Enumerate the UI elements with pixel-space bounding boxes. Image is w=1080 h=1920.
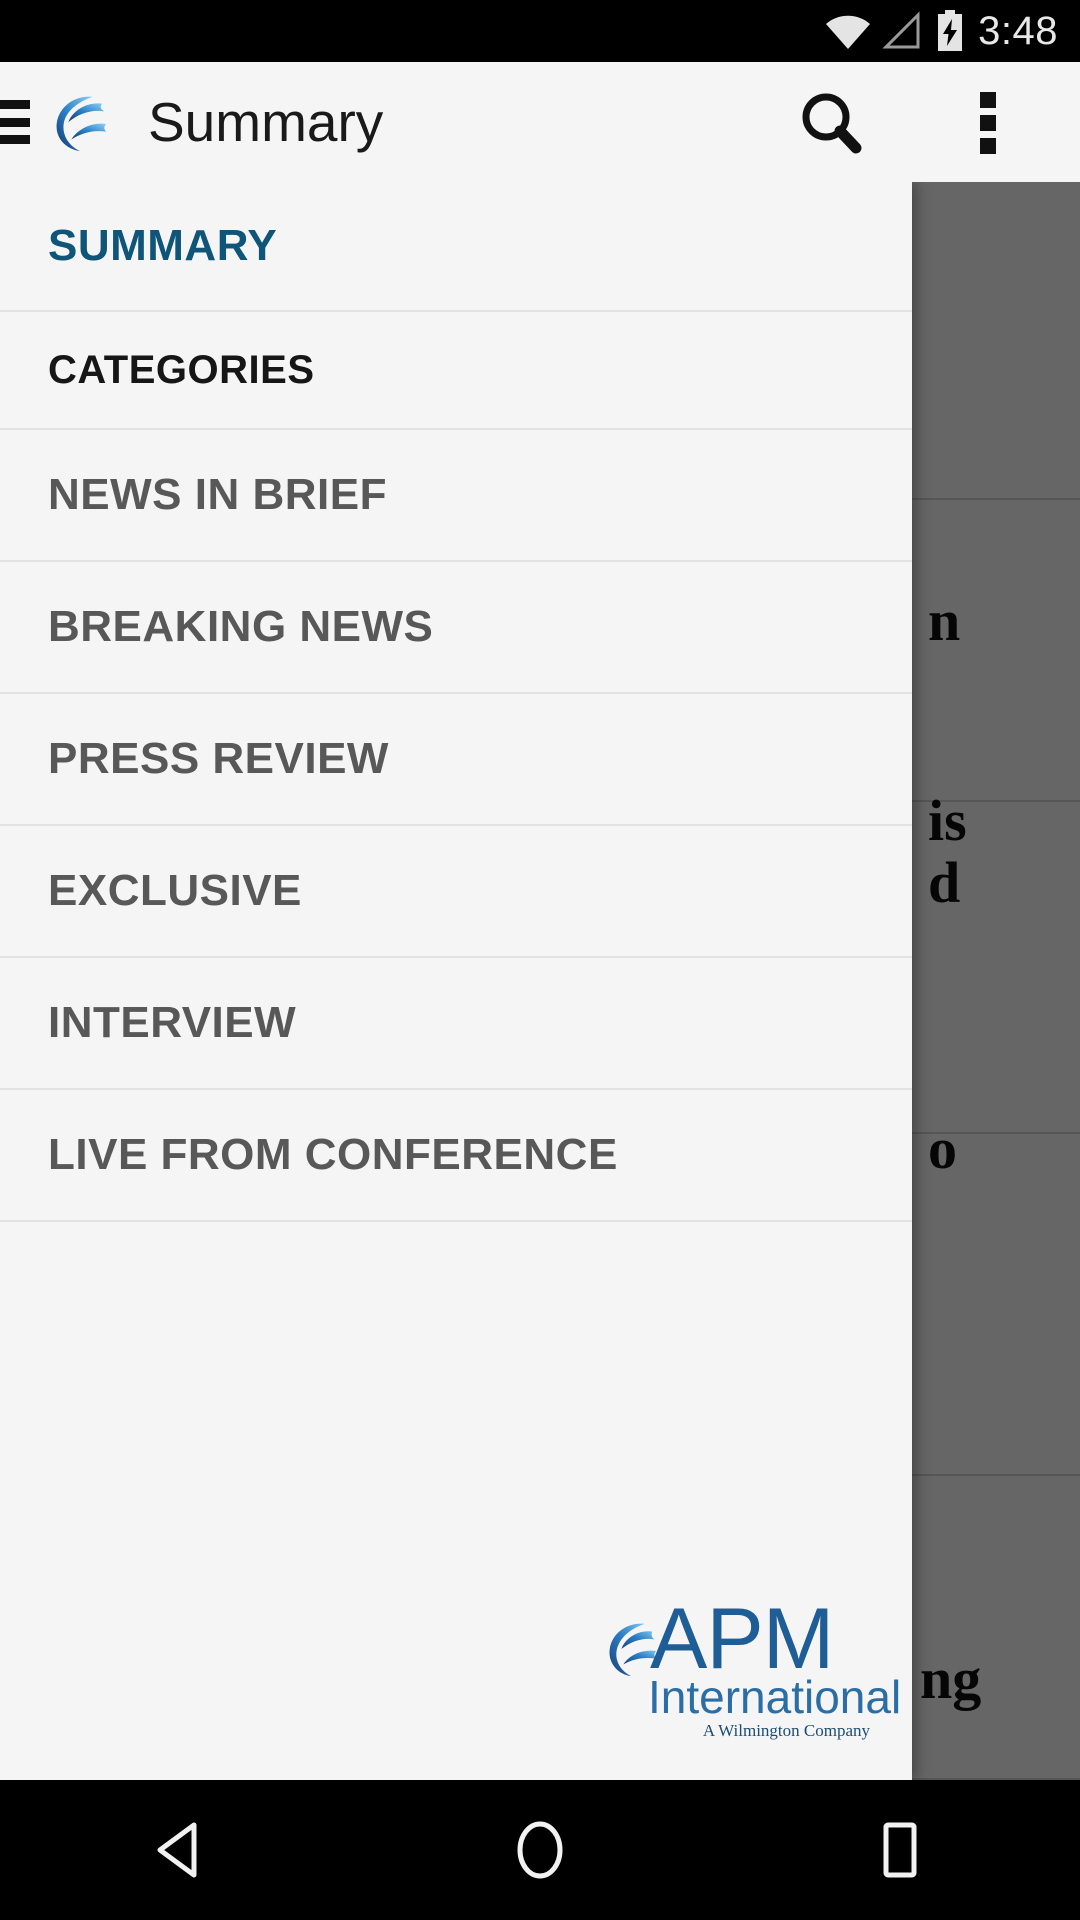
drawer-item-exclusive[interactable]: EXCLUSIVE bbox=[0, 826, 912, 958]
logo-apm-text: APM bbox=[650, 1591, 834, 1687]
drawer-item-label: PRESS REVIEW bbox=[48, 734, 389, 783]
home-circle-icon bbox=[517, 1821, 563, 1879]
navigation-drawer: SUMMARY CATEGORIES NEWS IN BRIEF BREAKIN… bbox=[0, 182, 912, 1780]
page-title: Summary bbox=[148, 91, 384, 153]
overflow-dot bbox=[980, 115, 996, 131]
drawer-item-summary-label: SUMMARY bbox=[48, 221, 278, 270]
article-headline-fragment: d bbox=[928, 850, 961, 915]
hamburger-bar bbox=[0, 100, 30, 109]
logo-international-text: International bbox=[648, 1671, 902, 1723]
drawer-item-label: BREAKING NEWS bbox=[48, 602, 434, 651]
overflow-dot bbox=[980, 92, 996, 108]
drawer-item-news-in-brief[interactable]: NEWS IN BRIEF bbox=[0, 430, 912, 562]
drawer-footer: APM International A Wilmington Company bbox=[0, 1436, 912, 1780]
hamburger-bar bbox=[0, 117, 30, 127]
apm-international-logo: APM International A Wilmington Company bbox=[602, 1591, 901, 1740]
drawer-header-categories-label: CATEGORIES bbox=[48, 348, 315, 392]
android-navigation-bar bbox=[0, 1780, 1080, 1920]
drawer-item-label: LIVE FROM CONFERENCE bbox=[48, 1130, 618, 1179]
back-button[interactable] bbox=[90, 1780, 270, 1920]
recents-button[interactable] bbox=[810, 1780, 990, 1920]
drawer-item-summary[interactable]: SUMMARY bbox=[0, 182, 912, 312]
back-triangle-icon bbox=[157, 1822, 197, 1878]
overflow-menu-icon[interactable] bbox=[968, 92, 1008, 154]
hamburger-menu-icon[interactable] bbox=[0, 100, 30, 144]
article-headline-fragment: o bbox=[928, 1116, 957, 1181]
app-bar: Summary bbox=[0, 62, 1080, 182]
article-headline-fragment: ng bbox=[920, 1646, 982, 1711]
cell-signal-icon bbox=[882, 11, 920, 49]
hamburger-bar bbox=[0, 135, 30, 144]
drawer-item-press-review[interactable]: PRESS REVIEW bbox=[0, 694, 912, 826]
phone-screen: n is d o ng SUMMARY CATEGORIES NEWS IN B… bbox=[0, 0, 1080, 1920]
recents-square-icon bbox=[883, 1822, 917, 1878]
drawer-item-breaking-news[interactable]: BREAKING NEWS bbox=[0, 562, 912, 694]
drawer-item-label: EXCLUSIVE bbox=[48, 866, 302, 915]
wifi-icon bbox=[826, 15, 871, 49]
drawer-header-categories: CATEGORIES bbox=[0, 312, 912, 430]
drawer-item-label: INTERVIEW bbox=[48, 998, 297, 1047]
drawer-item-label: NEWS IN BRIEF bbox=[48, 470, 387, 519]
status-clock: 3:48 bbox=[978, 9, 1058, 53]
logo-tagline-text: A Wilmington Company bbox=[702, 1721, 870, 1740]
drawer-item-interview[interactable]: INTERVIEW bbox=[0, 958, 912, 1090]
apm-swirl-logo-icon bbox=[56, 96, 107, 152]
search-icon[interactable] bbox=[790, 90, 880, 156]
drawer-item-live-from-conference[interactable]: LIVE FROM CONFERENCE bbox=[0, 1090, 912, 1222]
overflow-dot bbox=[980, 138, 996, 154]
home-button[interactable] bbox=[450, 1780, 630, 1920]
battery-charging-icon bbox=[938, 10, 963, 51]
status-bar: 3:48 bbox=[0, 0, 1080, 62]
